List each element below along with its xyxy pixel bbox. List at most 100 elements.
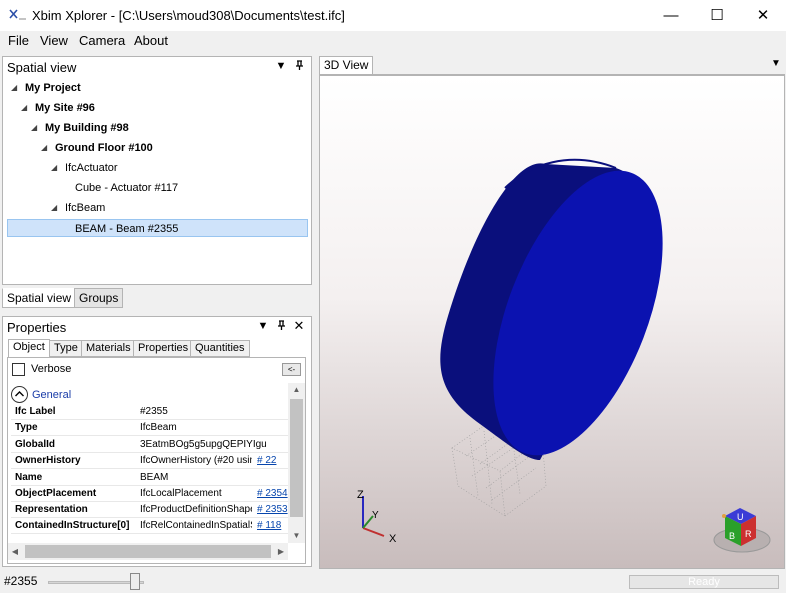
tree-node-my-building[interactable]: ◢ My Building #98 [31,119,231,137]
status-slider-thumb[interactable] [129,573,140,590]
property-name: Type [15,422,38,433]
scroll-up-arrow-icon[interactable]: ▲ [288,383,305,397]
tree-node-label: BEAM - Beam #2355 [75,223,179,235]
status-ready-text: Ready [688,576,720,588]
property-value: IfcRelContainedInSpatialStr [140,520,252,531]
tab-groups[interactable]: Groups [74,288,124,308]
scroll-down-arrow-icon[interactable]: ▼ [288,529,305,543]
tab-quantities[interactable]: Quantities [190,340,250,357]
axis-label-y: Y [372,510,379,521]
expand-arrow-icon[interactable]: ◢ [41,139,47,157]
3d-viewport[interactable]: Z Y X U R B [319,75,785,569]
view-cube-label-b: B [729,531,735,541]
properties-panel-title: Properties [7,320,67,335]
group-toggle-icon[interactable] [11,386,28,403]
property-row[interactable]: OwnerHistory IfcOwnerHistory (#20 using … [11,453,288,469]
verbose-label: Verbose [31,363,72,375]
tree-node-label: IfcActuator [65,162,118,174]
window-title: Xbim Xplorer - [C:\Users\moud308\Documen… [32,8,345,23]
expand-arrow-icon[interactable]: ◢ [21,99,27,117]
tab-object[interactable]: Object [8,339,50,358]
property-name: Ifc Label [15,406,56,417]
group-label-general[interactable]: General [32,389,71,401]
scroll-right-arrow-icon[interactable]: ▶ [274,543,288,560]
close-icon[interactable]: ✕ [293,318,305,334]
tab-materials[interactable]: Materials [81,340,136,357]
tree-node-label: Ground Floor #100 [55,142,153,154]
property-link[interactable]: # 22 [257,453,288,469]
axis-label-x: X [389,533,397,545]
spatial-panel-title: Spatial view [7,60,77,75]
property-value: IfcBeam [140,422,177,433]
property-row[interactable]: Name BEAM [11,470,288,486]
expand-arrow-icon[interactable]: ◢ [11,79,17,97]
tree-node-my-project[interactable]: ◢ My Project [11,79,211,97]
property-row[interactable]: ObjectPlacement IfcLocalPlacement # 2354 [11,486,288,502]
expand-arrow-icon[interactable]: ◢ [51,199,57,217]
view-cube[interactable]: U R B [713,508,771,553]
property-link[interactable]: # 2354 [257,486,288,502]
scroll-thumb[interactable] [25,545,271,558]
axis-triad: Z Y X [357,489,397,545]
property-name: Representation [15,504,88,515]
property-name: ContainedInStructure[0] [15,520,130,531]
expand-arrow-icon[interactable]: ◢ [31,119,37,137]
property-row[interactable]: Representation IfcProductDefinitionShape… [11,502,288,518]
expand-arrow-icon[interactable]: ◢ [51,159,57,177]
tab-menu-arrow-icon[interactable]: ▼ [771,58,781,69]
tab-3d-view[interactable]: 3D View [319,56,374,75]
tree-node-label: Cube - Actuator #117 [75,182,179,194]
status-bar: #2355 Ready [0,571,786,593]
properties-horizontal-scrollbar[interactable]: ◀ ▶ [8,543,288,560]
menu-view[interactable]: View [40,33,68,48]
menu-bar: File View Camera About [0,31,786,51]
maximize-button[interactable]: ☐ [694,0,740,31]
tree-node-ground-floor[interactable]: ◢ Ground Floor #100 [41,139,261,157]
property-value: BEAM [140,472,169,483]
property-value: #2355 [140,406,168,417]
tree-node-label: IfcBeam [65,202,106,214]
tree-node-label: My Project [25,82,81,94]
property-row[interactable]: GlobalId 3EatmBOg5g5upgQEPIYIgu [11,437,288,453]
tree-node-ifcbeam[interactable]: ◢ IfcBeam [51,199,251,217]
scroll-thumb[interactable] [290,399,303,517]
property-name: ObjectPlacement [15,488,97,499]
verbose-checkbox[interactable] [12,363,25,376]
axis-label-z: Z [357,489,364,501]
tab-type[interactable]: Type [49,340,83,357]
minimize-button[interactable]: — [648,0,694,31]
menu-file[interactable]: File [8,33,29,48]
pin-icon[interactable] [293,60,305,74]
menu-camera[interactable]: Camera [79,33,125,48]
xbim-logo-icon [9,9,26,20]
view-cube-label-r: R [745,529,752,539]
close-button[interactable]: ✕ [740,0,786,31]
title-bar: Xbim Xplorer - [C:\Users\moud308\Documen… [0,0,786,31]
property-row[interactable]: ContainedInStructure[0] IfcRelContainedI… [11,518,288,534]
3d-scene: Z Y X U R B [357,158,771,553]
tab-properties[interactable]: Properties [133,340,194,357]
spatial-view-panel: Spatial view ▼ ◢ My Project ◢ My Site #9… [2,56,312,285]
property-name: Name [15,472,43,483]
tab-spatial-view[interactable]: Spatial view [2,288,77,308]
menu-about[interactable]: About [134,33,168,48]
property-row[interactable]: Ifc Label #2355 [11,404,288,420]
scroll-left-arrow-icon[interactable]: ◀ [8,543,22,560]
property-row[interactable]: Type IfcBeam [11,420,288,436]
property-value: IfcOwnerHistory (#20 using [140,455,252,466]
status-progress-bar: Ready [629,575,779,589]
collapse-button[interactable]: <- [282,363,301,376]
property-link[interactable]: # 2353 [257,502,288,518]
tree-node-ifcactuator[interactable]: ◢ IfcActuator [51,159,251,177]
dropdown-arrow-icon[interactable]: ▼ [257,320,269,332]
tree-node-cube-actuator[interactable]: Cube - Actuator #117 [75,179,275,197]
tree-node-beam-selected[interactable]: BEAM - Beam #2355 [7,219,308,237]
property-link[interactable]: # 118 [257,518,288,534]
dropdown-arrow-icon[interactable]: ▼ [275,60,287,72]
tree-node-label: My Site #96 [35,102,95,114]
pin-icon[interactable] [275,320,287,334]
properties-vertical-scrollbar[interactable]: ▲ ▼ [288,383,305,543]
tree-node-my-site[interactable]: ◢ My Site #96 [21,99,221,117]
property-value: 3EatmBOg5g5upgQEPIYIgu [140,439,267,450]
property-name: OwnerHistory [15,455,81,466]
